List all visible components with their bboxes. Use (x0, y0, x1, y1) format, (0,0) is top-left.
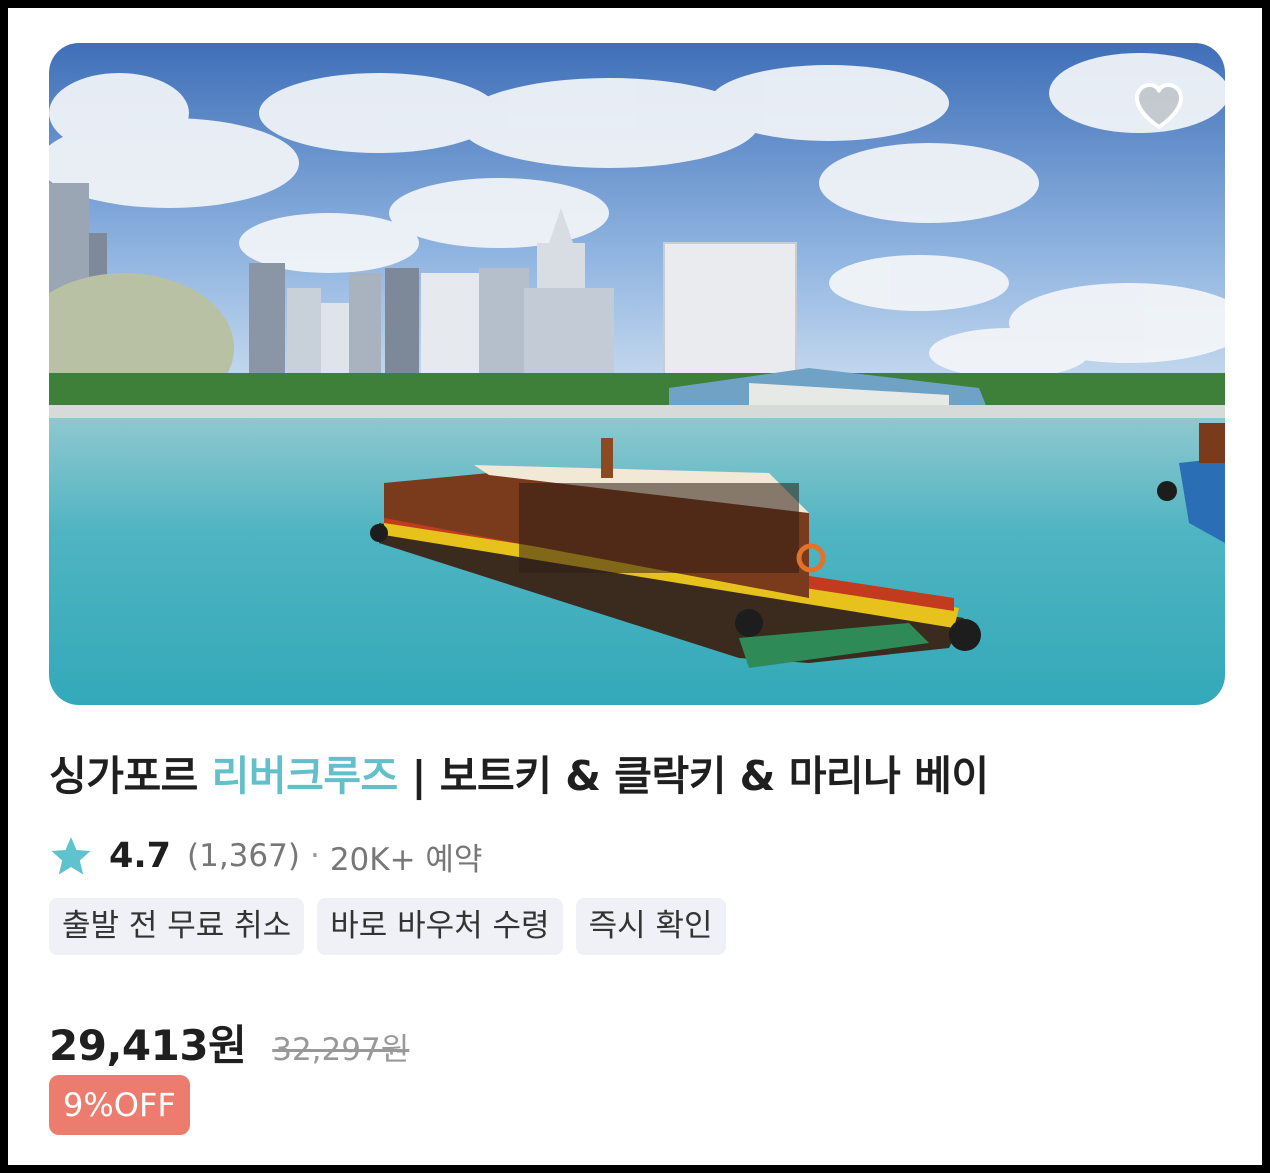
title-prefix: 싱가포르 (49, 752, 212, 800)
heart-outline-icon (1135, 83, 1183, 129)
tag-instant-confirmation: 즉시 확인 (575, 898, 726, 955)
singapore-river-cruise-photo (49, 43, 1225, 705)
favorite-button[interactable] (1129, 77, 1189, 137)
current-price: 29,413원 (49, 1021, 247, 1070)
product-card[interactable]: 싱가포르 리버크루즈 | 보트키 & 클락키 & 마리나 베이 4.7 (1,3… (8, 8, 1262, 1165)
rating-row: 4.7 (1,367) · 20K+ 예약 (49, 836, 483, 878)
tag-instant-voucher: 바로 바우처 수령 (317, 898, 563, 955)
title-highlight: 리버크루즈 (211, 752, 399, 800)
title-suffix: | 보트키 & 클락키 & 마리나 베이 (397, 752, 990, 800)
original-price: 32,297원 (272, 1032, 410, 1068)
rating-score: 4.7 (109, 836, 172, 876)
review-count[interactable]: (1,367) (187, 838, 300, 874)
product-image[interactable] (49, 43, 1225, 705)
booking-count: 20K+ 예약 (329, 841, 483, 878)
product-title[interactable]: 싱가포르 리버크루즈 | 보트키 & 클락키 & 마리나 베이 (49, 752, 989, 801)
separator-dot: · (309, 838, 320, 874)
feature-tags: 출발 전 무료 취소 바로 바우처 수령 즉시 확인 (49, 898, 726, 955)
price-row: 29,413원 32,297원 (49, 1012, 409, 1073)
tag-free-cancellation: 출발 전 무료 취소 (49, 898, 305, 955)
discount-badge: 9%OFF (49, 1075, 190, 1135)
star-icon (51, 837, 91, 875)
